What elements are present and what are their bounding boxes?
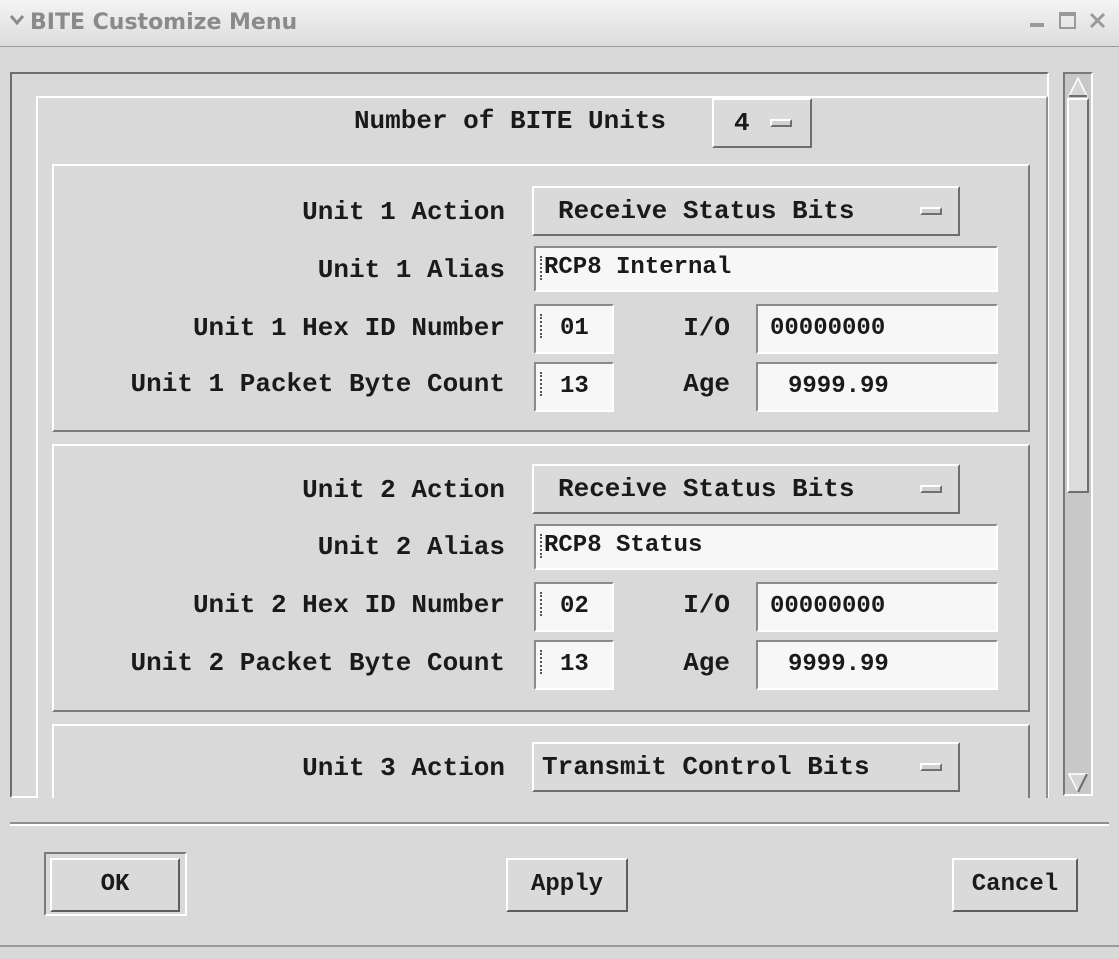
unit-1-alias-label: Unit 1 Alias bbox=[317, 255, 505, 285]
unit-3-action-option-menu[interactable]: Transmit Control Bits bbox=[532, 742, 960, 792]
option-menu-indicator-icon bbox=[920, 763, 942, 771]
bite-units-label: Number of BITE Units bbox=[353, 106, 666, 136]
bite-units-option-menu[interactable]: 4 bbox=[712, 98, 812, 148]
unit-2-count-value: 13 bbox=[560, 651, 589, 678]
unit-2-action-value: Receive Status Bits bbox=[558, 474, 855, 504]
option-menu-indicator-icon bbox=[920, 485, 942, 493]
unit-2-alias-field[interactable]: RCP8 Status bbox=[534, 524, 998, 570]
unit-2-action-label: Unit 2 Action bbox=[302, 475, 505, 505]
window-menu-chevron-icon[interactable] bbox=[10, 13, 24, 27]
unit-1-io-value: 00000000 bbox=[770, 315, 886, 342]
unit-1-count-value: 13 bbox=[560, 373, 589, 400]
unit-2-hex-label: Unit 2 Hex ID Number bbox=[192, 590, 505, 620]
scroll-down-arrow-icon[interactable] bbox=[1067, 772, 1089, 794]
minimize-icon[interactable] bbox=[1027, 10, 1049, 32]
unit-2-hex-field[interactable]: 02 bbox=[534, 582, 614, 632]
unit-1-hex-label: Unit 1 Hex ID Number bbox=[192, 313, 505, 343]
unit-3-action-label: Unit 3 Action bbox=[302, 753, 505, 783]
option-menu-indicator-icon bbox=[770, 119, 792, 127]
unit-1-age-field: 9999.99 bbox=[756, 362, 998, 412]
text-cursor-icon bbox=[540, 372, 546, 396]
scroll-up-arrow-icon[interactable] bbox=[1067, 76, 1089, 98]
scrollbar-thumb[interactable] bbox=[1067, 98, 1089, 493]
unit-2-age-label: Age bbox=[683, 648, 730, 678]
text-cursor-icon bbox=[540, 650, 546, 674]
bite-units-value: 4 bbox=[734, 108, 750, 138]
unit-2-action-option-menu[interactable]: Receive Status Bits bbox=[532, 464, 960, 514]
text-cursor-icon bbox=[540, 256, 546, 280]
unit-2-count-field[interactable]: 13 bbox=[534, 640, 614, 690]
unit-2-io-value: 00000000 bbox=[770, 593, 886, 620]
text-cursor-icon bbox=[540, 314, 546, 338]
unit-1-io-field: 00000000 bbox=[756, 304, 998, 354]
title-bar: BITE Customize Menu bbox=[0, 0, 1119, 47]
unit-1-alias-value: RCP8 Internal bbox=[544, 254, 732, 281]
text-cursor-icon bbox=[540, 534, 546, 558]
unit-1-hex-value: 01 bbox=[560, 315, 589, 342]
unit-1-action-value: Receive Status Bits bbox=[558, 196, 855, 226]
unit-2-io-field: 00000000 bbox=[756, 582, 998, 632]
ok-button[interactable]: OK bbox=[50, 858, 180, 912]
unit-1-io-label: I/O bbox=[683, 313, 730, 343]
text-cursor-icon bbox=[540, 592, 546, 616]
cancel-button[interactable]: Cancel bbox=[952, 858, 1078, 912]
unit-1-action-option-menu[interactable]: Receive Status Bits bbox=[532, 186, 960, 236]
unit-2-alias-value: RCP8 Status bbox=[544, 532, 703, 559]
window-title: BITE Customize Menu bbox=[30, 10, 298, 35]
action-area-separator bbox=[10, 822, 1109, 826]
unit-1-count-label: Unit 1 Packet Byte Count bbox=[130, 369, 505, 399]
unit-2-io-label: I/O bbox=[683, 590, 730, 620]
unit-1-hex-field[interactable]: 01 bbox=[534, 304, 614, 354]
unit-2-age-value: 9999.99 bbox=[788, 651, 889, 678]
option-menu-indicator-icon bbox=[920, 207, 942, 215]
unit-2-count-label: Unit 2 Packet Byte Count bbox=[130, 648, 505, 678]
unit-1-alias-field[interactable]: RCP8 Internal bbox=[534, 246, 998, 292]
unit-1-age-value: 9999.99 bbox=[788, 373, 889, 400]
unit-1-count-field[interactable]: 13 bbox=[534, 362, 614, 412]
unit-1-age-label: Age bbox=[683, 369, 730, 399]
close-icon[interactable] bbox=[1087, 10, 1109, 32]
unit-1-action-label: Unit 1 Action bbox=[302, 197, 505, 227]
unit-2-alias-label: Unit 2 Alias bbox=[317, 532, 505, 562]
maximize-icon[interactable] bbox=[1057, 10, 1079, 32]
unit-3-action-value: Transmit Control Bits bbox=[542, 752, 870, 782]
unit-2-hex-value: 02 bbox=[560, 593, 589, 620]
unit-2-age-field: 9999.99 bbox=[756, 640, 998, 690]
apply-button[interactable]: Apply bbox=[506, 858, 628, 912]
